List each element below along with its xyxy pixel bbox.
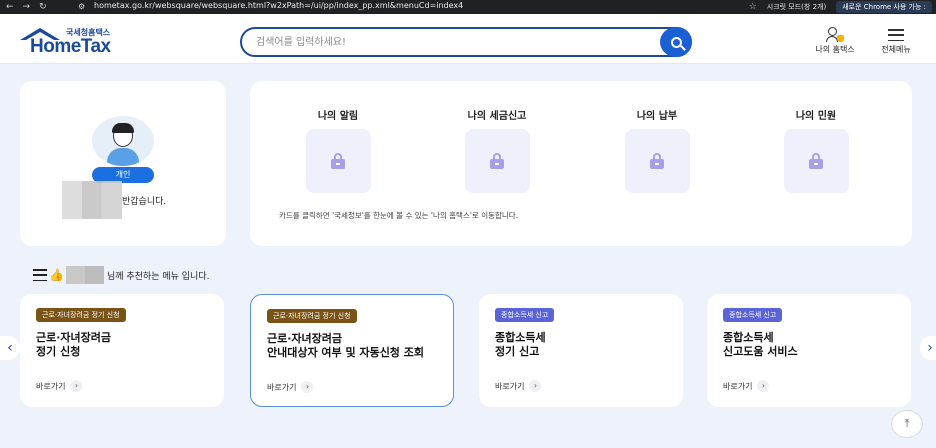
menu-card-title: 근로·자녀장려금 안내대상자 여부 및 자동신청 조회 bbox=[267, 332, 452, 360]
all-menu-button[interactable]: 전체메뉴 bbox=[876, 26, 916, 55]
scroll-top-button[interactable]: ⤒ bbox=[891, 410, 923, 438]
lock-icon bbox=[650, 153, 664, 169]
shortcut-label: 바로가기 bbox=[723, 381, 753, 391]
title-line: 정기 신청 bbox=[36, 345, 81, 358]
list-icon bbox=[33, 269, 47, 281]
my-item-title: 나의 세금신고 bbox=[467, 111, 527, 122]
search-icon bbox=[670, 36, 682, 48]
menu-card-title: 종합소득세 정기 신고 bbox=[495, 331, 680, 359]
shortcut-link[interactable]: 바로가기 › bbox=[36, 380, 83, 392]
shortcut-label: 바로가기 bbox=[36, 381, 66, 391]
user-bell-icon bbox=[826, 27, 844, 43]
browser-right: ☆ 시크릿 모드(창 2개) 새로운 Chrome 사용 가능 : bbox=[749, 0, 936, 14]
my-notification-item[interactable]: 나의 알림 bbox=[283, 107, 393, 193]
hamburger-icon bbox=[888, 29, 904, 41]
menu-card-3[interactable]: 종합소득세 신고 종합소득세 정기 신고 바로가기 › bbox=[479, 294, 683, 407]
menu-card-tag: 종합소득세 신고 bbox=[495, 308, 555, 322]
shortcut-link[interactable]: 바로가기 › bbox=[495, 380, 542, 392]
menu-card-tag: 근로·자녀장려금 정기 신청 bbox=[36, 308, 126, 322]
forward-icon[interactable]: → bbox=[23, 2, 31, 12]
carousel-next-button[interactable]: › bbox=[920, 336, 936, 360]
search-input[interactable] bbox=[256, 34, 656, 50]
chevron-right-icon: › bbox=[927, 340, 933, 356]
search-button[interactable] bbox=[660, 27, 692, 57]
shortcut-label: 바로가기 bbox=[267, 382, 297, 392]
my-area-note: 카드를 클릭하면 '국세정보'를 한눈에 볼 수 있는 '나의 홈택스'로 이동… bbox=[279, 211, 519, 220]
menu-card-tag: 종합소득세 신고 bbox=[723, 308, 783, 322]
shortcut-link[interactable]: 바로가기 › bbox=[723, 380, 770, 392]
my-item-box[interactable] bbox=[783, 129, 849, 193]
all-menu-label: 전체메뉴 bbox=[881, 45, 911, 54]
chevron-right-icon: › bbox=[301, 381, 314, 393]
menu-card-1[interactable]: 근로·자녀장려금 정기 신청 근로·자녀장려금 정기 신청 바로가기 › bbox=[20, 294, 224, 407]
masked-user-name bbox=[62, 181, 122, 219]
masked-user-name bbox=[65, 266, 104, 284]
chevron-left-icon: ‹ bbox=[7, 340, 13, 356]
search-box bbox=[240, 27, 692, 57]
thumbs-up-icon: 👍 bbox=[49, 268, 64, 282]
title-line: 정기 신고 bbox=[495, 345, 540, 358]
site-info-icon[interactable]: ⚙ bbox=[78, 2, 85, 11]
my-payment-item[interactable]: 나의 납부 bbox=[602, 107, 712, 193]
menu-card-tag: 근로·자녀장려금 정기 신청 bbox=[267, 309, 357, 323]
title-line: 안내대상자 여부 및 자동신청 조회 bbox=[267, 346, 424, 359]
shortcut-link[interactable]: 바로가기 › bbox=[267, 381, 314, 393]
chevron-right-icon: › bbox=[70, 380, 83, 392]
lock-icon bbox=[331, 153, 345, 169]
my-item-title: 나의 민원 bbox=[795, 111, 837, 122]
browser-nav: ← → ↻ bbox=[0, 2, 80, 12]
shortcut-label: 바로가기 bbox=[495, 381, 525, 391]
reload-icon[interactable]: ↻ bbox=[39, 2, 47, 12]
menu-card-title: 종합소득세 신고도움 서비스 bbox=[723, 331, 908, 359]
recommend-heading: 👍 님께 추천하는 메뉴 입니다. bbox=[33, 266, 209, 284]
my-item-title: 나의 납부 bbox=[636, 111, 678, 122]
site-header: 국세청홈택스 HomeTax 나의 홈택스 전체메뉴 bbox=[0, 14, 936, 64]
my-civil-item[interactable]: 나의 민원 bbox=[761, 107, 871, 193]
menu-card-title: 근로·자녀장려금 정기 신청 bbox=[36, 331, 221, 359]
arrow-up-icon: ⤒ bbox=[904, 417, 910, 430]
menu-card-2[interactable]: 근로·자녀장려금 정기 신청 근로·자녀장려금 안내대상자 여부 및 자동신청 … bbox=[250, 294, 454, 407]
incognito-indicator[interactable]: 시크릿 모드(창 2개) bbox=[767, 2, 826, 12]
greeting-text: 반갑습니다. bbox=[122, 197, 167, 207]
my-hometax-label: 나의 홈택스 bbox=[815, 45, 855, 54]
my-tax-report-item[interactable]: 나의 세금신고 bbox=[442, 107, 552, 193]
my-item-box[interactable] bbox=[464, 129, 530, 193]
new-chrome-button[interactable]: 새로운 Chrome 사용 가능 : bbox=[836, 1, 932, 13]
avatar bbox=[92, 116, 154, 166]
title-line: 신고도움 서비스 bbox=[723, 345, 798, 358]
menu-card-4[interactable]: 종합소득세 신고 종합소득세 신고도움 서비스 바로가기 › bbox=[707, 294, 911, 407]
logo-title: HomeTax bbox=[30, 36, 111, 57]
title-line: 종합소득세 bbox=[723, 331, 774, 344]
bookmark-star-icon[interactable]: ☆ bbox=[749, 2, 757, 12]
hometax-logo[interactable]: 국세청홈택스 HomeTax bbox=[20, 26, 120, 58]
carousel-prev-button[interactable]: ‹ bbox=[0, 336, 20, 360]
my-item-title: 나의 알림 bbox=[317, 111, 359, 122]
my-hometax-button[interactable]: 나의 홈택스 bbox=[812, 26, 858, 55]
lock-icon bbox=[490, 153, 504, 169]
recommend-text: 님께 추천하는 메뉴 입니다. bbox=[106, 271, 210, 282]
title-line: 근로·자녀장려금 bbox=[267, 332, 343, 345]
address-bar[interactable]: hometax.go.kr/websquare/websquare.html?w… bbox=[94, 1, 463, 10]
lock-icon bbox=[809, 153, 823, 169]
my-hometax-card[interactable]: 나의 알림 나의 세금신고 나의 납부 나의 민원 카드를 클릭하면 '국세정보… bbox=[250, 81, 912, 246]
chevron-right-icon: › bbox=[757, 380, 770, 392]
title-line: 종합소득세 bbox=[495, 331, 546, 344]
my-item-box[interactable] bbox=[305, 129, 371, 193]
chevron-right-icon: › bbox=[529, 380, 542, 392]
my-item-box[interactable] bbox=[624, 129, 690, 193]
browser-toolbar: ← → ↻ ⚙ hometax.go.kr/websquare/websquar… bbox=[0, 0, 936, 14]
back-icon[interactable]: ← bbox=[6, 2, 14, 12]
title-line: 근로·자녀장려금 bbox=[36, 331, 112, 344]
profile-card: 개인 반갑습니다. bbox=[20, 81, 226, 246]
